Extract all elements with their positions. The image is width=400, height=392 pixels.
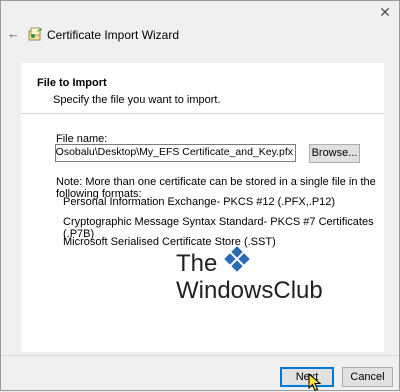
back-arrow-icon[interactable]: ← <box>7 26 21 42</box>
file-name-input[interactable]: \Users\Chidum.Osobalu\Desktop\My_EFS Cer… <box>55 144 296 162</box>
format-item: Personal Information Exchange- PKCS #12 … <box>63 196 336 208</box>
mouse-cursor-icon <box>308 373 322 392</box>
file-name-value: \Users\Chidum.Osobalu\Desktop\My_EFS Cer… <box>55 146 293 158</box>
next-button[interactable]: Next <box>280 367 334 387</box>
close-icon[interactable]: ✕ <box>377 4 393 20</box>
wizard-header: ← Certificate Import Wizard <box>1 23 399 47</box>
svg-text:The: The <box>176 250 217 277</box>
browse-button[interactable]: Browse... <box>309 144 360 163</box>
thewindowsclub-watermark-logo: The WindowsClub <box>176 246 323 302</box>
section-title: File to Import <box>37 77 107 89</box>
section-description: Specify the file you want to import. <box>53 94 221 106</box>
wizard-window: ✕ ← Certificate Import Wizard File to Im… <box>0 0 400 392</box>
certificate-wizard-icon <box>28 27 42 41</box>
wizard-content-panel: File to Import Specify the file you want… <box>21 63 384 352</box>
divider <box>21 113 384 114</box>
svg-text:WindowsClub: WindowsClub <box>176 277 323 302</box>
cancel-button[interactable]: Cancel <box>342 367 393 387</box>
window-title: Certificate Import Wizard <box>47 28 180 42</box>
footer-separator <box>1 355 399 356</box>
